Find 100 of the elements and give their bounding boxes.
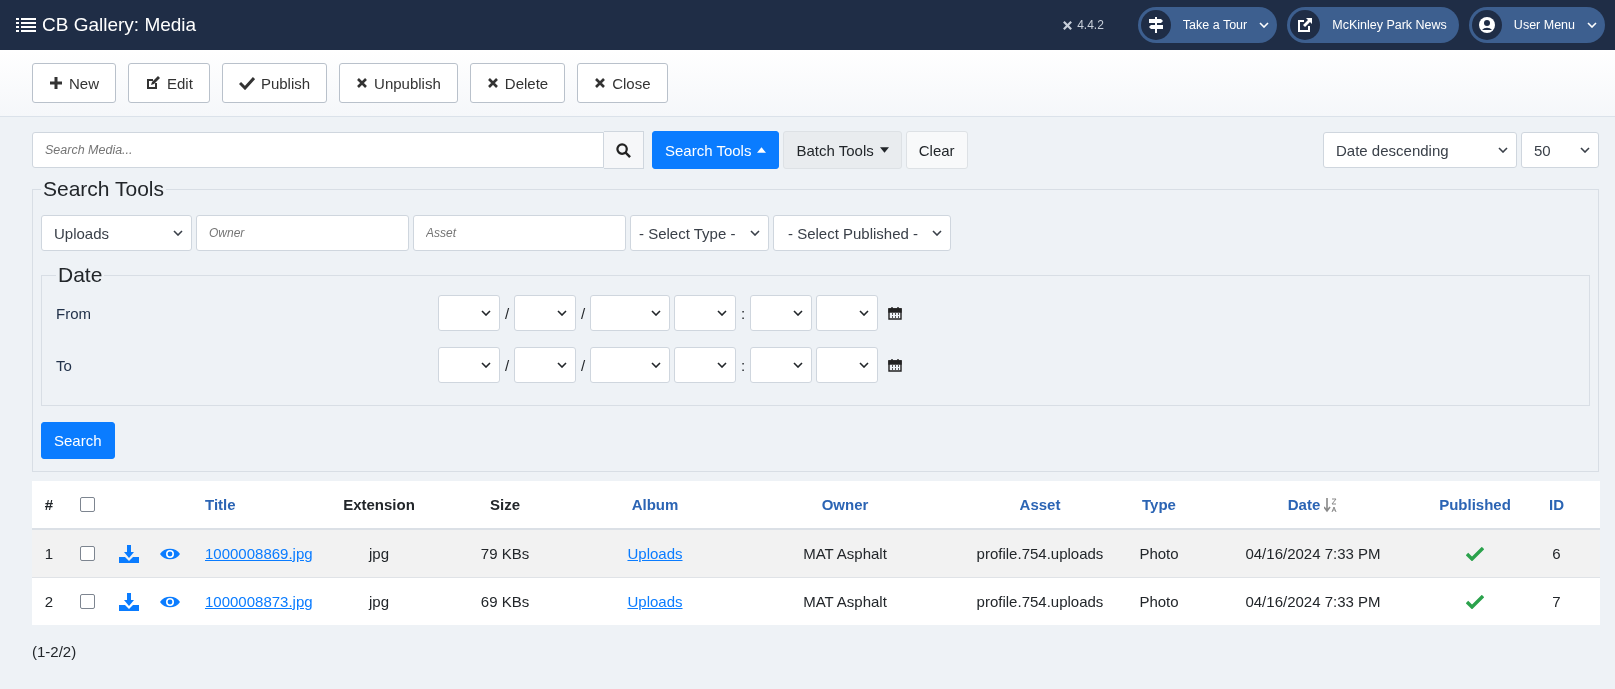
- title-link[interactable]: 1000008869.jpg: [205, 545, 313, 562]
- table-cell: 04/16/2024 7:33 PM: [1245, 545, 1381, 562]
- date-part-select[interactable]: [674, 347, 736, 383]
- row-checkbox[interactable]: [79, 546, 95, 561]
- caret-icon: [859, 362, 869, 368]
- column-header[interactable]: Title: [205, 496, 236, 513]
- album-link[interactable]: Uploads: [627, 545, 683, 562]
- download-icon[interactable]: [119, 592, 139, 611]
- column-header[interactable]: Type: [1142, 496, 1176, 513]
- date-part-select[interactable]: [590, 295, 670, 331]
- search-button[interactable]: [604, 131, 644, 169]
- close-icon: [594, 77, 607, 89]
- caret-icon: [793, 310, 803, 316]
- table-cell: MAT Asphalt: [803, 545, 887, 562]
- caret-icon: [793, 362, 803, 368]
- table-cell: MAT Asphalt: [803, 593, 887, 610]
- version-label: 4.4.2: [1062, 18, 1104, 32]
- caret-icon: [651, 310, 661, 316]
- asset-field[interactable]: Asset: [413, 215, 626, 251]
- date-part-select[interactable]: [514, 295, 576, 331]
- row-checkbox[interactable]: [79, 594, 95, 609]
- column-header[interactable]: Owner: [821, 496, 869, 513]
- header-menu-button[interactable]: User Menu: [1468, 7, 1605, 43]
- date-part-select[interactable]: [438, 295, 500, 331]
- user-icon: [1471, 10, 1502, 40]
- date-label: From: [56, 304, 92, 322]
- limit-select[interactable]: 50: [1521, 132, 1599, 168]
- date-part-select[interactable]: [816, 347, 878, 383]
- toolbar-button[interactable]: Publish: [221, 63, 328, 103]
- caret-icon: [651, 362, 661, 368]
- date-part-select[interactable]: [750, 347, 812, 383]
- caret-icon: [557, 362, 567, 368]
- table-cell: profile.754.uploads: [976, 545, 1104, 562]
- caret-icon: [879, 147, 889, 153]
- caret-icon: [173, 230, 183, 236]
- date-part-select[interactable]: [514, 347, 576, 383]
- toolbar-button[interactable]: Delete: [469, 63, 566, 103]
- sort-icon: [1324, 496, 1339, 513]
- select-all-checkbox[interactable]: [79, 497, 95, 512]
- date-part-select[interactable]: [816, 295, 878, 331]
- date-part-select[interactable]: [438, 347, 500, 383]
- toolbar-button[interactable]: Close: [577, 63, 668, 103]
- check-icon[interactable]: [1466, 594, 1484, 609]
- album-link[interactable]: Uploads: [627, 593, 683, 610]
- column-header[interactable]: Published: [1439, 496, 1511, 513]
- caret-icon: [557, 310, 567, 316]
- header-menu-button[interactable]: McKinley Park News: [1287, 7, 1459, 43]
- signpost-icon: [1140, 10, 1171, 40]
- eye-icon[interactable]: [159, 594, 181, 609]
- ordering-select[interactable]: Date descending: [1323, 132, 1517, 168]
- date-part-select[interactable]: [590, 347, 670, 383]
- header-menu-button[interactable]: Take a Tour: [1137, 7, 1278, 43]
- close-icon: [356, 77, 369, 89]
- table-cell: 7: [1552, 593, 1561, 610]
- column-header: #: [44, 496, 54, 513]
- toolbar-button[interactable]: New: [32, 63, 116, 103]
- owner-field[interactable]: Owner: [196, 215, 409, 251]
- date-separator: /: [503, 304, 511, 322]
- table-cell: 1: [44, 545, 54, 562]
- published-select[interactable]: - Select Published -: [773, 215, 951, 251]
- search-tools-button[interactable]: Search Tools: [652, 131, 780, 169]
- table-cell: 2: [44, 593, 54, 610]
- date-separator: /: [579, 356, 587, 374]
- toolbar-button[interactable]: Edit: [128, 63, 210, 103]
- table-cell: 79 KBs: [480, 545, 530, 562]
- download-icon[interactable]: [119, 544, 139, 563]
- check-icon[interactable]: [1466, 546, 1484, 561]
- date-part-select[interactable]: [674, 295, 736, 331]
- close-icon: [486, 77, 499, 89]
- search-submit-button[interactable]: Search: [41, 422, 115, 459]
- caret-icon: [1580, 147, 1590, 153]
- table-cell: Photo: [1139, 593, 1179, 610]
- batch-tools-button[interactable]: Batch Tools: [783, 131, 902, 169]
- column-header[interactable]: Date: [1287, 496, 1339, 513]
- caret-icon: [481, 310, 491, 316]
- edit-icon: [145, 75, 161, 91]
- search-field[interactable]: Search Media...: [32, 132, 604, 168]
- toolbar-button[interactable]: Unpublish: [339, 63, 458, 103]
- caret-icon: [859, 310, 869, 316]
- search-icon: [616, 142, 631, 158]
- date-separator: :: [739, 356, 747, 374]
- column-header[interactable]: ID: [1549, 496, 1564, 513]
- eye-icon[interactable]: [159, 546, 181, 561]
- date-separator: /: [503, 356, 511, 374]
- joomla-logo-icon: [1062, 19, 1074, 31]
- album-select[interactable]: Uploads: [41, 215, 192, 251]
- pagination-info: (1-2/2): [32, 643, 77, 660]
- column-header[interactable]: Asset: [1019, 496, 1061, 513]
- title-link[interactable]: 1000008873.jpg: [205, 593, 313, 610]
- calendar-icon: [888, 306, 902, 320]
- caret-icon: [1498, 147, 1508, 153]
- column-header[interactable]: Album: [631, 496, 679, 513]
- date-separator: /: [579, 304, 587, 322]
- table-cell: Photo: [1139, 545, 1179, 562]
- check-icon: [238, 76, 255, 90]
- type-select[interactable]: - Select Type -: [630, 215, 769, 251]
- table-cell: 04/16/2024 7:33 PM: [1245, 593, 1381, 610]
- date-separator: :: [739, 304, 747, 322]
- date-part-select[interactable]: [750, 295, 812, 331]
- clear-button[interactable]: Clear: [905, 131, 968, 169]
